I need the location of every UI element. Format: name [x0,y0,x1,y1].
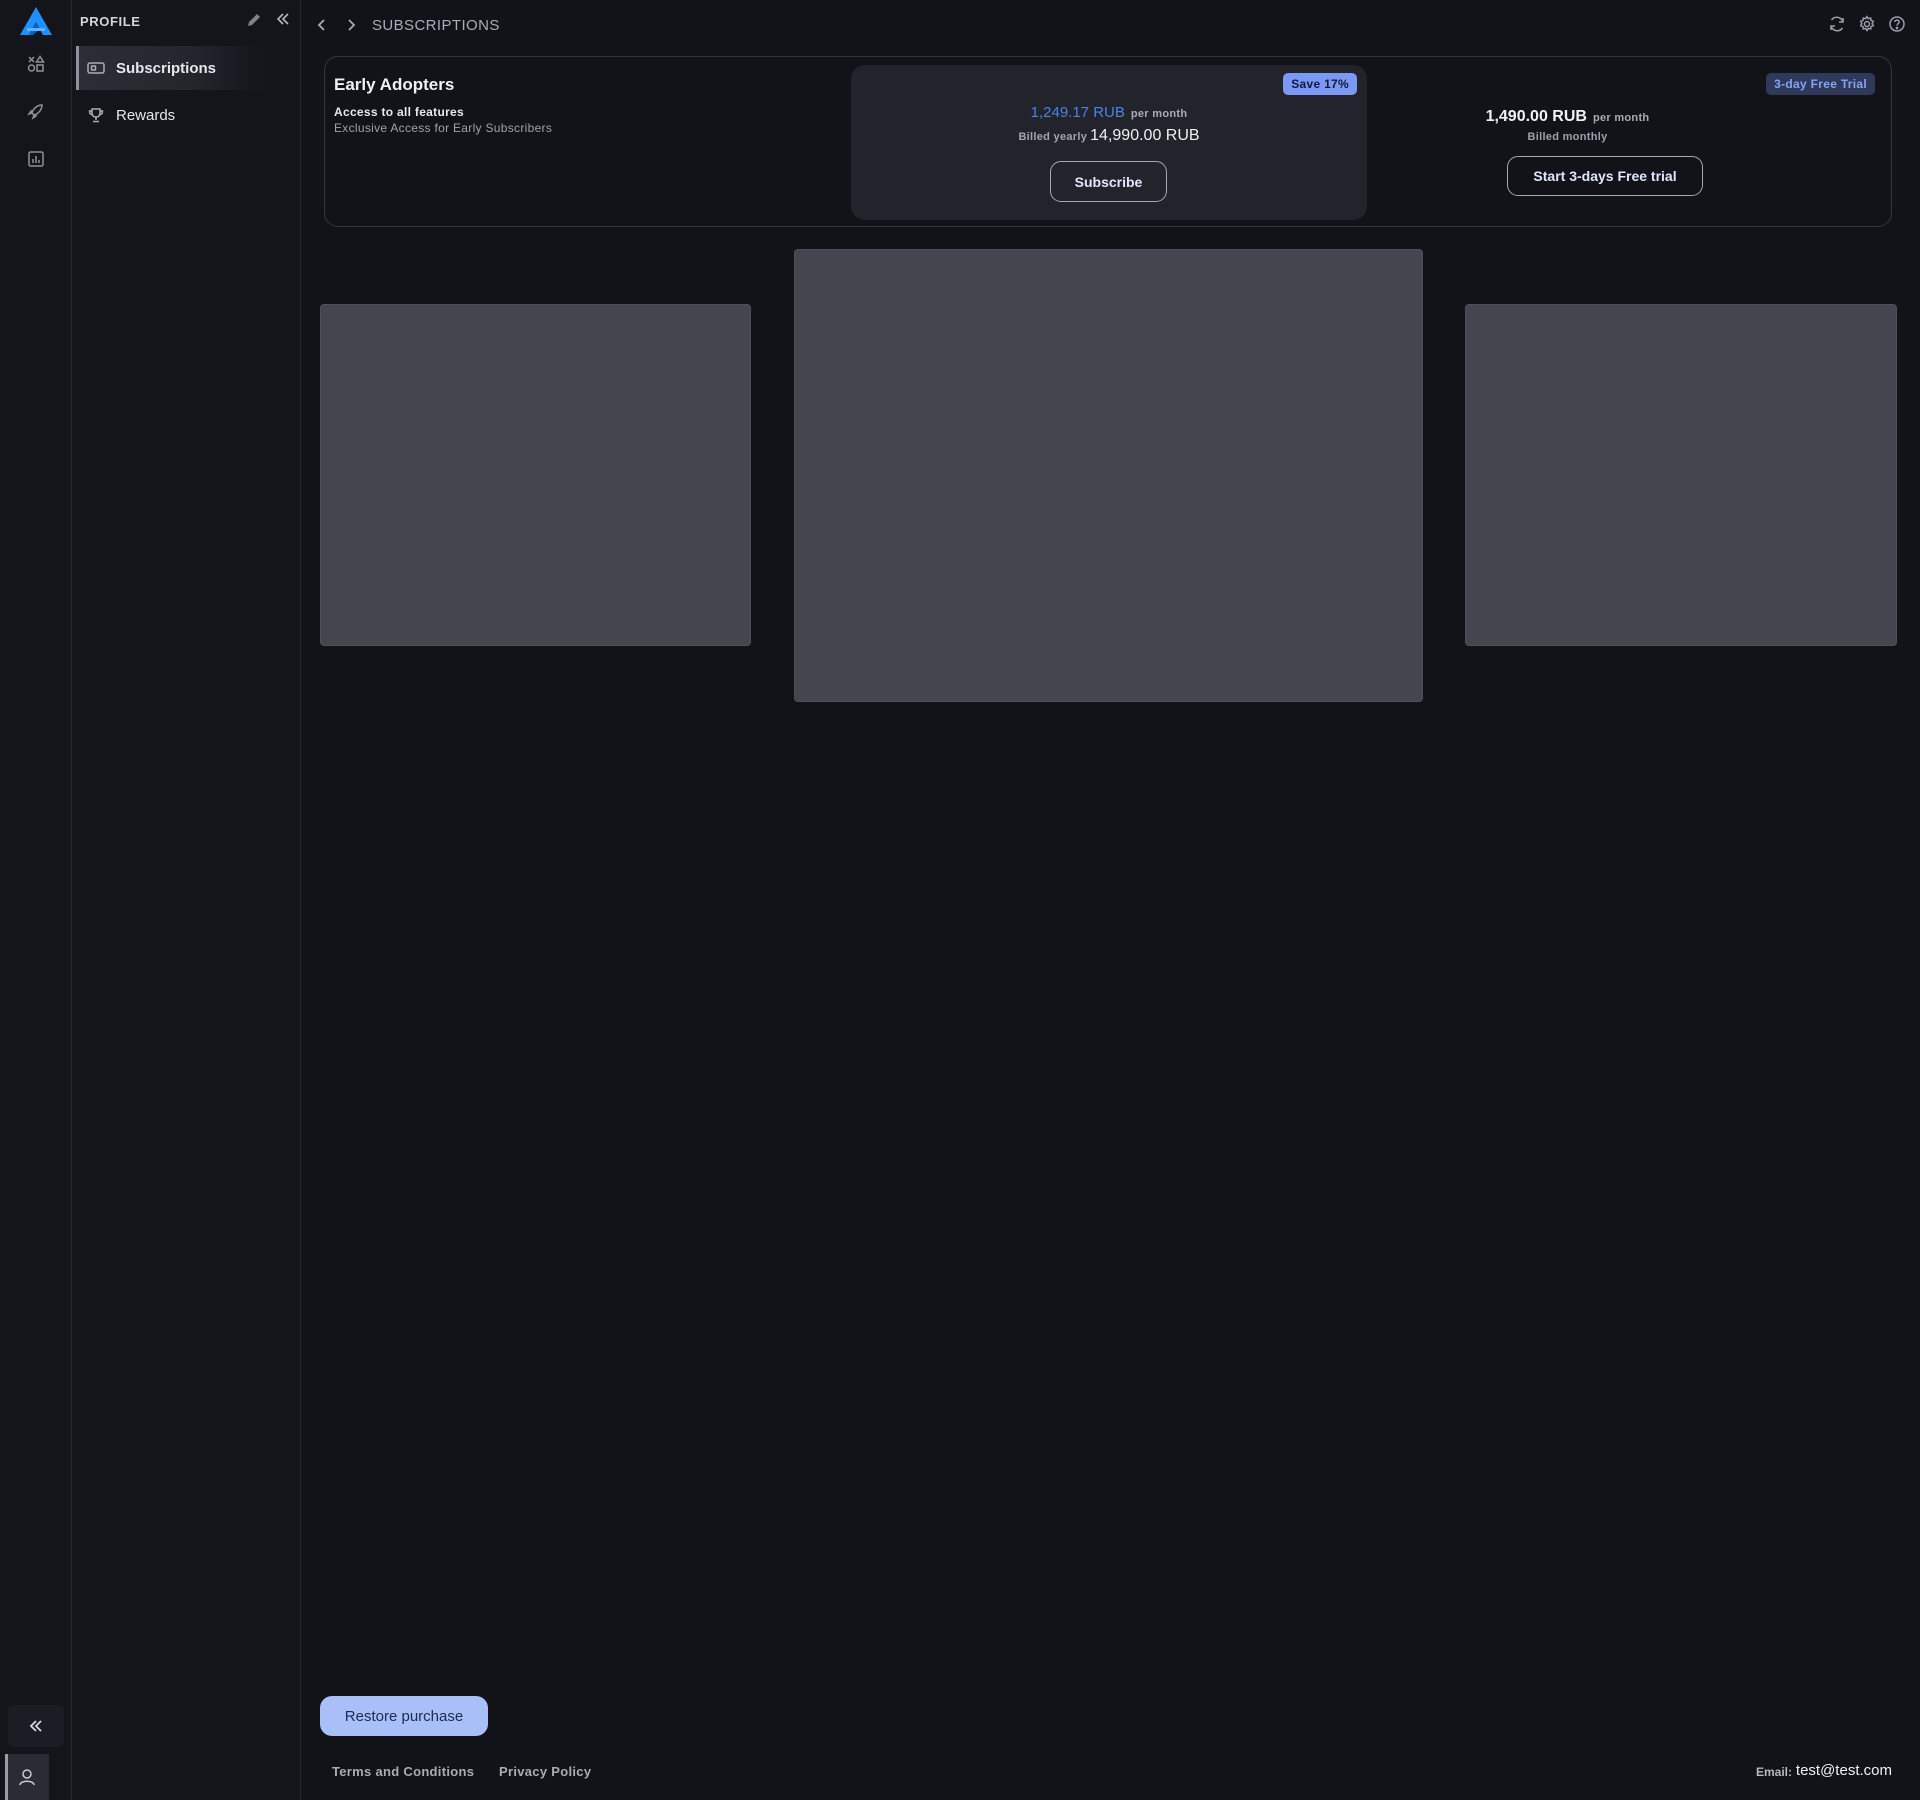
billed-yearly-label: Billed yearly [1018,131,1088,143]
chart-icon[interactable] [18,141,54,177]
privacy-link[interactable]: Privacy Policy [499,1764,591,1779]
save-badge: Save 17% [1283,73,1357,95]
per-month-label: per month [1592,112,1650,124]
yearly-monthly-price: 1,249.17 RUB [1030,104,1125,121]
sidebar-item-rewards[interactable]: Rewards [76,93,264,137]
plan-features: Access to all features [334,105,464,119]
top-bar: SUBSCRIPTIONS [302,0,1920,52]
chevron-right-icon[interactable] [345,16,357,34]
help-icon[interactable] [1888,15,1906,33]
feature-panel-center [794,249,1423,702]
billed-monthly-label: Billed monthly [1527,131,1608,143]
double-chevron-left-icon[interactable] [8,1705,64,1747]
feature-panel-left [320,304,751,646]
gear-icon[interactable] [1858,15,1876,33]
shapes-icon[interactable] [18,46,54,82]
icon-rail [0,0,72,1800]
user-icon[interactable] [5,1754,49,1800]
refresh-icon[interactable] [1828,15,1846,33]
sidebar-item-label: Rewards [116,106,176,124]
chevron-left-icon[interactable] [316,16,328,34]
monthly-option: 3-day Free Trial 1,490.00 RUB per month B… [1385,57,1893,228]
email-label: Email: [1755,1765,1792,1779]
subscribe-button[interactable]: Subscribe [1050,161,1167,202]
monthly-price-row: 1,490.00 RUB per month [1385,108,1750,126]
per-month-label: per month [1130,108,1188,120]
rocket-icon[interactable] [18,93,54,129]
restore-purchase-button[interactable]: Restore purchase [320,1696,488,1736]
terms-link[interactable]: Terms and Conditions [332,1764,474,1779]
billed-yearly-price: 14,990.00 RUB [1090,127,1200,144]
trial-badge: 3-day Free Trial [1766,73,1875,95]
monthly-price: 1,490.00 RUB [1485,108,1587,125]
sidebar-item-subscriptions[interactable]: Subscriptions [76,46,264,90]
email-value: test@test.com [1795,1762,1892,1779]
feature-panel-right [1465,304,1897,646]
app-logo-icon[interactable] [19,6,53,36]
plan-description: Exclusive Access for Early Subscribers [334,121,553,135]
plan-card: Early Adopters Access to all features Ex… [324,56,1892,227]
breadcrumb: SUBSCRIPTIONS [372,17,500,34]
yearly-price-row: 1,249.17 RUB per month [851,104,1367,122]
plan-name: Early Adopters [334,75,455,94]
yearly-billed-row: Billed yearly 14,990.00 RUB [851,127,1367,145]
yearly-option: Save 17% 1,249.17 RUB per month Billed ye… [851,65,1367,220]
profile-sidebar: PROFILE Subscriptions Rewards [72,0,301,1800]
trophy-icon [86,107,106,123]
start-trial-button[interactable]: Start 3-days Free trial [1507,156,1703,196]
pencil-icon[interactable] [246,12,262,28]
sidebar-title: PROFILE [80,14,141,29]
ticket-icon [86,61,106,75]
sidebar-item-label: Subscriptions [116,59,217,77]
double-chevron-left-icon[interactable] [276,12,290,26]
